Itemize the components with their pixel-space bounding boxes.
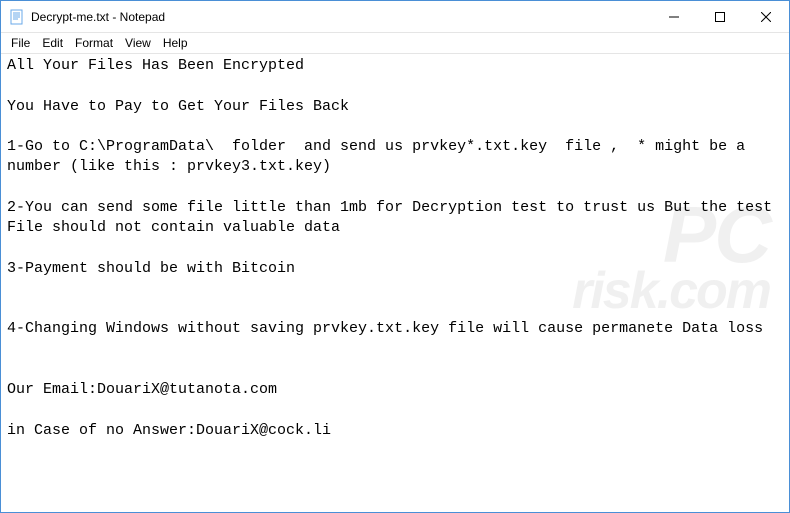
menu-format[interactable]: Format xyxy=(69,34,119,52)
menu-file[interactable]: File xyxy=(5,34,36,52)
titlebar: Decrypt-me.txt - Notepad xyxy=(1,1,789,33)
window-title: Decrypt-me.txt - Notepad xyxy=(31,10,651,24)
notepad-window: Decrypt-me.txt - Notepad File Edit Forma… xyxy=(0,0,790,513)
menu-view[interactable]: View xyxy=(119,34,157,52)
menu-help[interactable]: Help xyxy=(157,34,194,52)
close-button[interactable] xyxy=(743,1,789,32)
minimize-button[interactable] xyxy=(651,1,697,32)
notepad-icon xyxy=(9,9,25,25)
text-editor[interactable]: All Your Files Has Been Encrypted You Ha… xyxy=(1,53,789,512)
menu-edit[interactable]: Edit xyxy=(36,34,69,52)
menubar: File Edit Format View Help xyxy=(1,33,789,53)
window-controls xyxy=(651,1,789,32)
maximize-button[interactable] xyxy=(697,1,743,32)
